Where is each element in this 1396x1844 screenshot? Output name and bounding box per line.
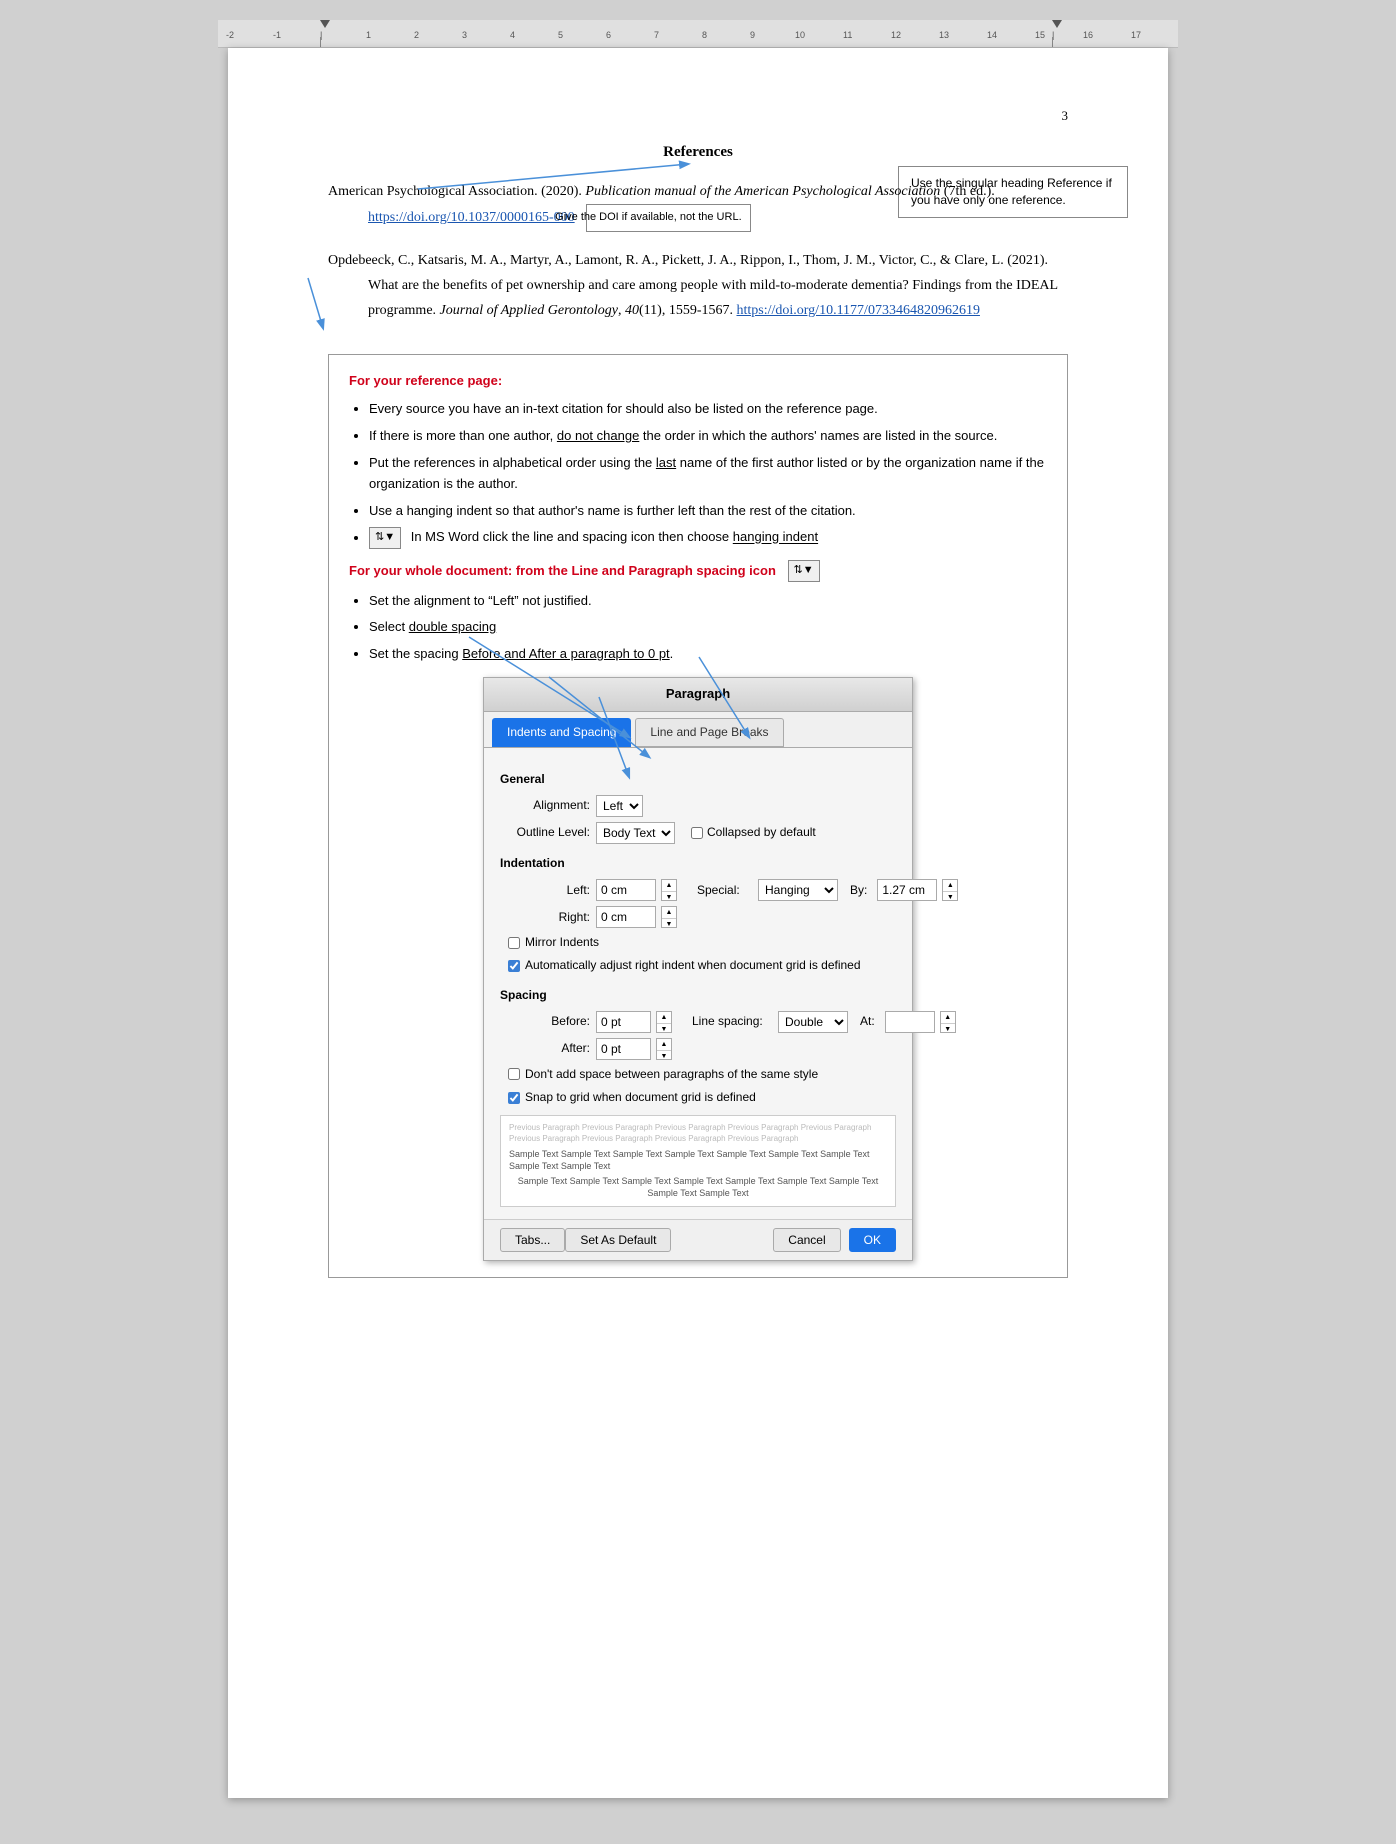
right-indent-label: Right: (500, 908, 590, 927)
outline-label: Outline Level: (500, 823, 590, 842)
page-number: 3 (328, 108, 1068, 124)
after-label: After: (500, 1039, 590, 1058)
ruler-top: -2 -1 | 1 2 3 4 5 6 7 8 9 10 11 12 13 14… (218, 20, 1178, 48)
by-spinner[interactable]: ▲▼ (942, 879, 958, 901)
tabs-button[interactable]: Tabs... (500, 1228, 565, 1252)
by-input[interactable] (877, 879, 937, 901)
special-row: Special: Hanging By: ▲▼ (697, 879, 958, 901)
alignment-row: Alignment: Left (500, 795, 896, 817)
general-label: General (500, 770, 896, 789)
no-add-space-label: Don't add space between paragraphs of th… (525, 1065, 818, 1084)
snap-grid-row: Snap to grid when document grid is defin… (500, 1088, 896, 1107)
ref-page-item-5: ⇅▼ In MS Word click the line and spacing… (369, 527, 1047, 549)
whole-doc-item-2: Select double spacing (369, 617, 1047, 638)
left-indent-row: Left: ▲▼ (500, 879, 677, 901)
before-spinner[interactable]: ▲▼ (656, 1011, 672, 1033)
before-label: Before: (500, 1012, 590, 1031)
preview-area: Previous Paragraph Previous Paragraph Pr… (500, 1115, 896, 1207)
left-indent-spinner[interactable]: ▲▼ (661, 879, 677, 901)
left-indent-label: Left: (500, 881, 590, 900)
right-indent-input[interactable] (596, 906, 656, 928)
sample-text-2: Sample Text Sample Text Sample Text Samp… (509, 1175, 887, 1200)
collapsed-checkbox[interactable] (691, 827, 703, 839)
alignment-label: Alignment: (500, 796, 590, 815)
reference-entry-1: American Psychological Association. (202… (328, 179, 1068, 232)
dialog-title: Paragraph (484, 678, 912, 712)
line-spacing-select[interactable]: Double (778, 1011, 848, 1033)
annotation-whole-doc-heading: For your whole document: from the Line a… (349, 563, 780, 578)
dialog-body: General Alignment: Left Outline Level: B… (484, 748, 912, 1219)
document-page: 3 Use the singular heading Reference if … (228, 48, 1168, 1798)
ref-page-item-4: Use a hanging indent so that author's na… (369, 501, 1047, 522)
at-spinner[interactable]: ▲▼ (940, 1011, 956, 1033)
no-add-space-row: Don't add space between paragraphs of th… (500, 1065, 896, 1084)
snap-grid-label: Snap to grid when document grid is defin… (525, 1088, 756, 1107)
spacing-icon-2: ⇅▼ (788, 560, 820, 582)
whole-doc-list: Set the alignment to “Left” not justifie… (369, 591, 1047, 665)
snap-grid-checkbox[interactable] (508, 1092, 520, 1104)
right-indent-row: Right: ▲▼ (500, 906, 677, 928)
after-spinner[interactable]: ▲▼ (656, 1038, 672, 1060)
sample-text-1: Sample Text Sample Text Sample Text Samp… (509, 1148, 887, 1173)
doi-link-2[interactable]: https://doi.org/10.1177/0733464820962619 (736, 303, 979, 318)
auto-adjust-label: Automatically adjust right indent when d… (525, 956, 861, 975)
dialog-tabs: Indents and Spacing Line and Page Breaks (484, 712, 912, 748)
page-wrapper: -2 -1 | 1 2 3 4 5 6 7 8 9 10 11 12 13 14… (218, 20, 1178, 1798)
references-heading: References (328, 144, 1068, 161)
at-label: At: (860, 1012, 875, 1031)
no-add-space-checkbox[interactable] (508, 1068, 520, 1080)
annotation-ref-page-heading: For your reference page: (349, 371, 1047, 392)
special-select[interactable]: Hanging (758, 879, 838, 901)
annotation-box: For your reference page: Every source yo… (328, 354, 1068, 1278)
callout-doi: Give the DOI if available, not the URL. (586, 204, 750, 232)
tab-line-page-breaks[interactable]: Line and Page Breaks (635, 718, 783, 747)
collapsed-label: Collapsed by default (707, 823, 816, 842)
tab-indents-spacing[interactable]: Indents and Spacing (492, 718, 631, 747)
spacing-icon-1: ⇅▼ (369, 527, 401, 549)
ref-page-item-2: If there is more than one author, do not… (369, 426, 1047, 447)
after-spacing-row: After: ▲▼ (500, 1038, 672, 1060)
before-input[interactable] (596, 1011, 651, 1033)
whole-doc-item-1: Set the alignment to “Left” not justifie… (369, 591, 1047, 612)
outline-select[interactable]: Body Text (596, 822, 675, 844)
at-input[interactable] (885, 1011, 935, 1033)
auto-adjust-row: Automatically adjust right indent when d… (500, 956, 896, 975)
outline-row: Outline Level: Body Text Collapsed by de… (500, 822, 896, 844)
after-input[interactable] (596, 1038, 651, 1060)
by-label: By: (850, 881, 867, 900)
ref-page-item-1: Every source you have an in-text citatio… (369, 399, 1047, 420)
mirror-indents-row: Mirror Indents (500, 933, 896, 952)
ref-page-item-3: Put the references in alphabetical order… (369, 453, 1047, 495)
before-spacing-row: Before: ▲▼ (500, 1011, 672, 1033)
dialog-footer: Tabs... Set As Default Cancel OK (484, 1219, 912, 1260)
prev-paragraph-text: Previous Paragraph Previous Paragraph Pr… (509, 1122, 887, 1144)
auto-adjust-checkbox[interactable] (508, 960, 520, 972)
indentation-label: Indentation (500, 854, 896, 873)
cancel-button[interactable]: Cancel (773, 1228, 840, 1252)
set-as-default-button[interactable]: Set As Default (565, 1228, 671, 1252)
line-spacing-row: Line spacing: Double At: ▲▼ (692, 1011, 956, 1033)
ref-page-list: Every source you have an in-text citatio… (369, 399, 1047, 549)
whole-doc-item-3: Set the spacing Before and After a parag… (369, 644, 1047, 665)
line-spacing-label: Line spacing: (692, 1012, 772, 1031)
right-indent-spinner[interactable]: ▲▼ (661, 906, 677, 928)
spacing-label: Spacing (500, 986, 896, 1005)
ok-button[interactable]: OK (849, 1228, 896, 1252)
reference-entry-2: Opdebeeck, C., Katsaris, M. A., Martyr, … (328, 248, 1068, 324)
special-label: Special: (697, 881, 752, 900)
doi-link-1[interactable]: https://doi.org/10.1037/0000165-000 (368, 210, 575, 225)
paragraph-dialog: Paragraph Indents and Spacing Line and P… (483, 677, 913, 1261)
mirror-indents-label: Mirror Indents (525, 933, 599, 952)
alignment-select[interactable]: Left (596, 795, 643, 817)
left-indent-input[interactable] (596, 879, 656, 901)
mirror-indents-checkbox[interactable] (508, 937, 520, 949)
